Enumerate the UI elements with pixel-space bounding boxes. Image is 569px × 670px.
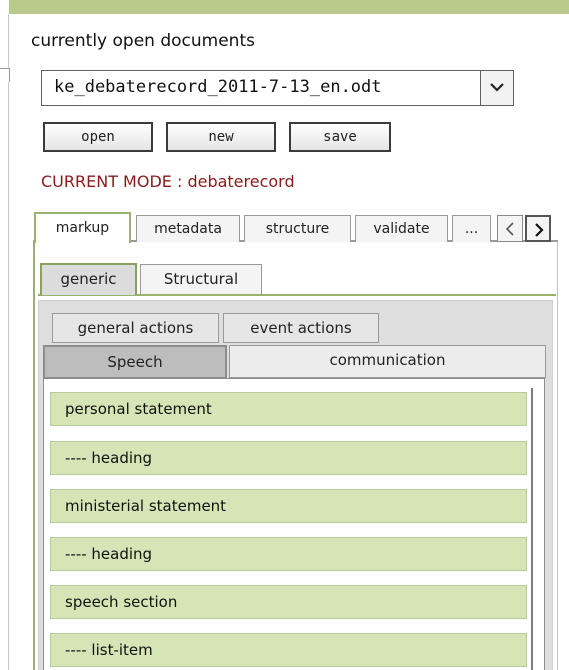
document-select[interactable]: ke_debaterecord_2011-7-13_en.odt — [41, 70, 514, 106]
section-label: currently open documents — [31, 31, 255, 51]
tab-general-actions[interactable]: general actions — [52, 313, 219, 343]
tab-generic[interactable]: generic — [40, 263, 137, 295]
scrollbar[interactable] — [531, 388, 533, 670]
left-divider — [0, 14, 9, 670]
action-speech-section[interactable]: speech section — [50, 585, 527, 619]
tab-structure[interactable]: structure — [244, 215, 351, 242]
tab-event-actions[interactable]: event actions — [223, 313, 379, 343]
current-mode-label: CURRENT MODE : debaterecord — [41, 172, 295, 191]
tab-metadata[interactable]: metadata — [136, 215, 240, 242]
action-ministerial-statement[interactable]: ministerial statement — [50, 489, 527, 523]
tab-scroll-right-button[interactable] — [525, 215, 551, 242]
action-heading[interactable]: ---- heading — [50, 441, 527, 475]
tab-validate[interactable]: validate — [355, 215, 448, 242]
open-button[interactable]: open — [43, 122, 153, 152]
tab-speech[interactable]: Speech — [43, 345, 227, 379]
chevron-left-icon — [505, 222, 514, 236]
top-accent-strip — [9, 0, 569, 14]
chevron-right-icon — [535, 223, 544, 237]
document-select-value: ke_debaterecord_2011-7-13_en.odt — [54, 77, 382, 97]
save-button[interactable]: save — [289, 122, 391, 152]
tab-communication[interactable]: communication — [229, 345, 546, 378]
action-list-item[interactable]: ---- list-item — [50, 633, 527, 667]
new-button[interactable]: new — [166, 122, 276, 152]
tab-more[interactable]: ... — [452, 215, 491, 242]
action-heading[interactable]: ---- heading — [50, 537, 527, 571]
tab-structural[interactable]: Structural — [140, 264, 262, 294]
tab-markup[interactable]: markup — [34, 212, 131, 243]
chevron-down-icon[interactable] — [480, 71, 513, 105]
tab-scroll-left-button[interactable] — [497, 215, 523, 242]
action-personal-statement[interactable]: personal statement — [50, 392, 527, 426]
splitter-handle[interactable] — [0, 68, 10, 82]
